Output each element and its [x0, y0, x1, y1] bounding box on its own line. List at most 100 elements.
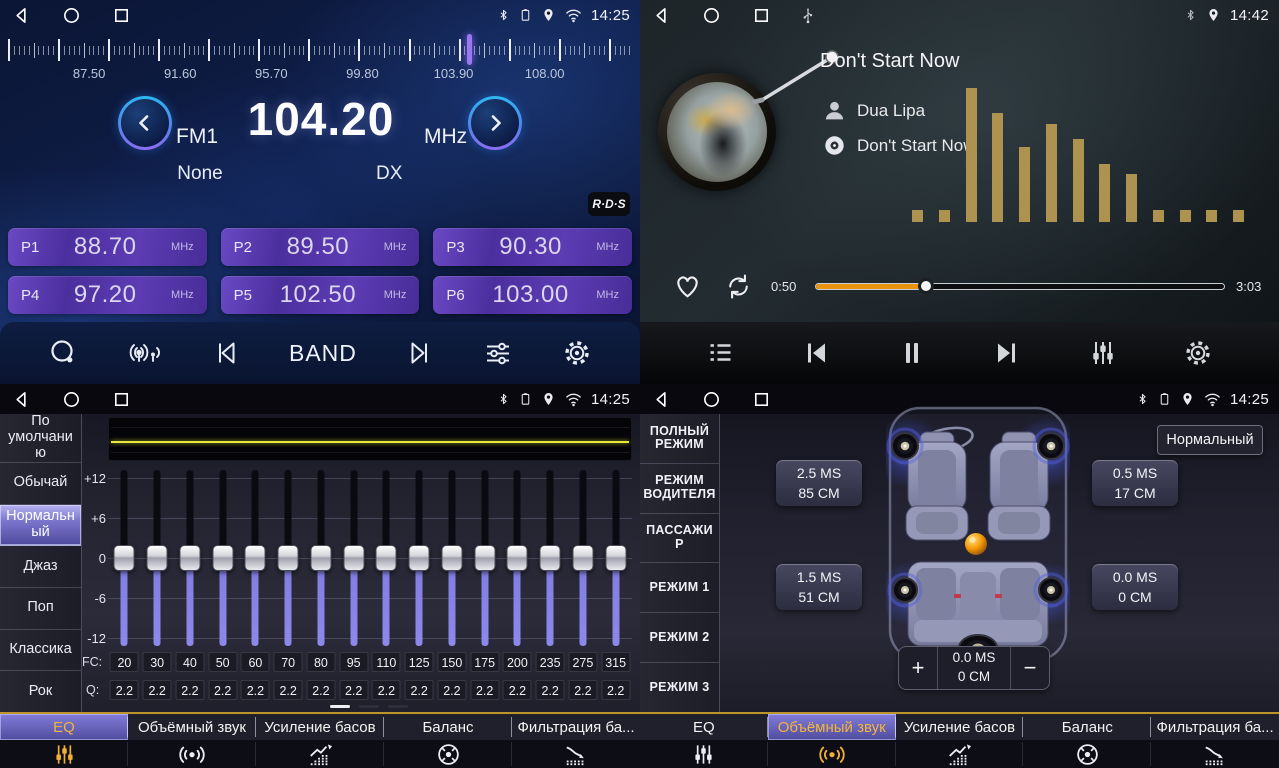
q-value[interactable]: 2.2: [274, 680, 303, 700]
home-icon[interactable]: [702, 6, 721, 25]
eq-preset-jazz[interactable]: Джаз: [0, 546, 81, 588]
eq-preset-normal[interactable]: Нормальный: [0, 505, 81, 547]
delay-increase-button[interactable]: +: [899, 647, 937, 689]
eq-band-slider-6[interactable]: [272, 468, 305, 650]
repeat-icon[interactable]: [724, 272, 753, 301]
mode-2[interactable]: РЕЖИМ 2: [640, 613, 719, 663]
surround-preset-button[interactable]: Нормальный: [1157, 425, 1263, 455]
eq-band-slider-13[interactable]: [501, 468, 534, 650]
eq-slider-handle[interactable]: [409, 545, 430, 571]
mode-full[interactable]: ПОЛНЫЙ РЕЖИМ: [640, 414, 719, 464]
eq-band-slider-5[interactable]: [239, 468, 272, 650]
fc-value[interactable]: 200: [503, 652, 532, 672]
fc-value[interactable]: 150: [437, 652, 466, 672]
tab-filter[interactable]: Фильтрация ба...: [1151, 714, 1279, 740]
tab-surround-icon[interactable]: [768, 740, 896, 768]
eq-band-slider-7[interactable]: [305, 468, 338, 650]
eq-band-slider-15[interactable]: [567, 468, 600, 650]
eq-page-dot[interactable]: [388, 705, 408, 708]
broadcast-icon[interactable]: [127, 338, 163, 368]
delay-decrease-button[interactable]: −: [1011, 647, 1049, 689]
next-station-icon[interactable]: [405, 338, 435, 368]
eq-page-dot[interactable]: [330, 705, 350, 708]
eq-slider-handle[interactable]: [605, 545, 626, 571]
tune-up-button[interactable]: [468, 96, 522, 150]
fc-value[interactable]: 315: [601, 652, 630, 672]
tab-eq-icon[interactable]: [0, 740, 128, 768]
home-icon[interactable]: [702, 390, 721, 409]
seek-knob[interactable]: [918, 278, 934, 294]
mode-driver[interactable]: РЕЖИМ ВОДИТЕЛЯ: [640, 464, 719, 514]
previous-track-icon[interactable]: [801, 338, 831, 368]
eq-slider-handle[interactable]: [343, 545, 364, 571]
fc-value[interactable]: 95: [339, 652, 368, 672]
q-value[interactable]: 2.2: [306, 680, 335, 700]
tab-surround[interactable]: Объёмный звук: [128, 714, 256, 740]
preset-p3[interactable]: P390.30MHz: [433, 228, 632, 266]
equalizer-icon[interactable]: [1088, 338, 1118, 368]
front-left-delay-button[interactable]: 2.5 MS 85 CM: [776, 460, 862, 506]
eq-page-dot[interactable]: [359, 705, 379, 708]
recents-icon[interactable]: [752, 390, 771, 409]
preset-p5[interactable]: P5102.50MHz: [221, 276, 420, 314]
q-value[interactable]: 2.2: [175, 680, 204, 700]
recents-icon[interactable]: [112, 6, 131, 25]
q-value[interactable]: 2.2: [405, 680, 434, 700]
eq-band-slider-4[interactable]: [206, 468, 239, 650]
settings-icon[interactable]: [562, 338, 592, 368]
fc-value[interactable]: 20: [110, 652, 139, 672]
preset-p6[interactable]: P6103.00MHz: [433, 276, 632, 314]
tab-balance-icon[interactable]: [1023, 740, 1151, 768]
fc-value[interactable]: 60: [241, 652, 270, 672]
recents-icon[interactable]: [112, 390, 131, 409]
eq-slider-handle[interactable]: [147, 545, 168, 571]
eq-slider-handle[interactable]: [507, 545, 528, 571]
preset-p2[interactable]: P289.50MHz: [221, 228, 420, 266]
eq-slider-handle[interactable]: [114, 545, 135, 571]
eq-band-slider-1[interactable]: [108, 468, 141, 650]
back-icon[interactable]: [652, 6, 671, 25]
eq-band-slider-8[interactable]: [337, 468, 370, 650]
eq-slider-handle[interactable]: [441, 545, 462, 571]
tab-eq[interactable]: EQ: [640, 714, 768, 740]
eq-slider-handle[interactable]: [310, 545, 331, 571]
pause-icon[interactable]: [897, 338, 927, 368]
eq-band-slider-14[interactable]: [534, 468, 567, 650]
recents-icon[interactable]: [752, 6, 771, 25]
next-track-icon[interactable]: [992, 338, 1022, 368]
q-value[interactable]: 2.2: [143, 680, 172, 700]
mode-passenger[interactable]: ПАССАЖИР: [640, 514, 719, 564]
q-value[interactable]: 2.2: [503, 680, 532, 700]
tab-bass-boost-icon[interactable]: [256, 740, 384, 768]
eq-preset-custom[interactable]: Обычай: [0, 463, 81, 505]
previous-station-icon[interactable]: [211, 338, 241, 368]
eq-band-slider-9[interactable]: [370, 468, 403, 650]
fc-value[interactable]: 50: [208, 652, 237, 672]
eq-slider-handle[interactable]: [245, 545, 266, 571]
eq-slider-handle[interactable]: [572, 545, 593, 571]
tab-bass-boost[interactable]: Усиление басов: [256, 714, 384, 740]
fc-value[interactable]: 235: [536, 652, 565, 672]
q-value[interactable]: 2.2: [536, 680, 565, 700]
eq-band-slider-12[interactable]: [468, 468, 501, 650]
eq-slider-handle[interactable]: [212, 545, 233, 571]
fc-value[interactable]: 125: [405, 652, 434, 672]
eq-slider-handle[interactable]: [376, 545, 397, 571]
tab-filter-icon[interactable]: [512, 740, 640, 768]
q-value[interactable]: 2.2: [339, 680, 368, 700]
fc-value[interactable]: 110: [372, 652, 401, 672]
q-value[interactable]: 2.2: [470, 680, 499, 700]
eq-preset-pop[interactable]: Поп: [0, 588, 81, 630]
eq-slider-handle[interactable]: [474, 545, 495, 571]
q-value[interactable]: 2.2: [110, 680, 139, 700]
tab-eq[interactable]: EQ: [0, 714, 128, 740]
mode-1[interactable]: РЕЖИМ 1: [640, 563, 719, 613]
eq-slider-handle[interactable]: [278, 545, 299, 571]
tune-down-button[interactable]: [118, 96, 172, 150]
tab-balance-icon[interactable]: [384, 740, 512, 768]
fc-value[interactable]: 175: [470, 652, 499, 672]
back-icon[interactable]: [12, 390, 31, 409]
eq-band-slider-3[interactable]: [174, 468, 207, 650]
tab-balance[interactable]: Баланс: [384, 714, 512, 740]
q-value[interactable]: 2.2: [241, 680, 270, 700]
